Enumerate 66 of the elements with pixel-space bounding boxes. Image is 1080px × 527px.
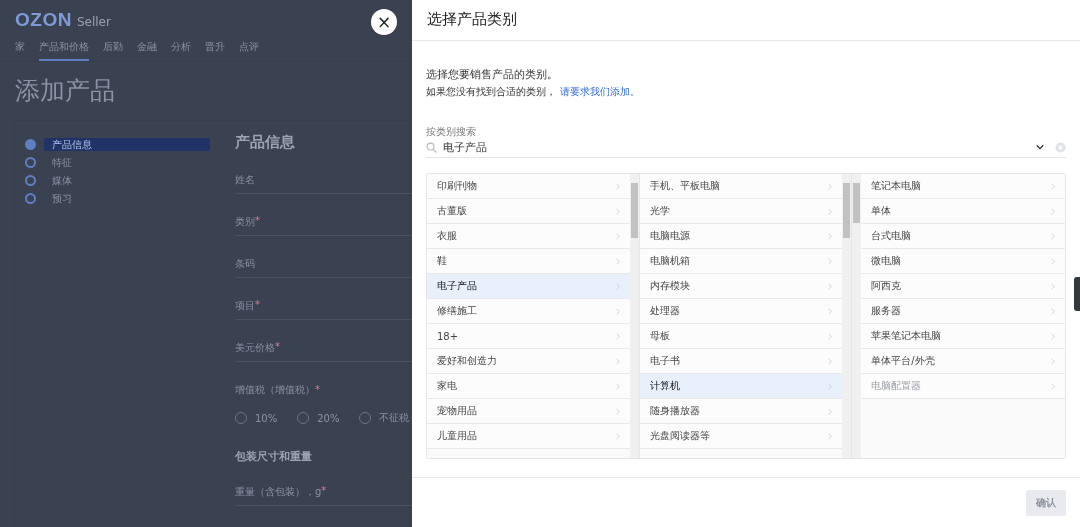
chevron-icon — [615, 182, 620, 190]
chevron-icon — [1051, 232, 1055, 240]
chevron-icon — [828, 207, 833, 215]
chevron-icon — [828, 382, 833, 390]
chevron-icon — [615, 382, 620, 390]
search-value: 电子产品 — [443, 139, 488, 155]
category-item[interactable]: 电子产品 — [427, 274, 630, 299]
required-mark: * — [321, 485, 327, 496]
chevron-icon — [1051, 357, 1055, 365]
logo-subtitle: Seller — [76, 15, 111, 29]
required-mark: * — [255, 215, 260, 226]
field-label: 美元价格 — [235, 341, 275, 355]
chevron-icon — [828, 407, 833, 415]
dialog-title: 选择产品类别 — [412, 0, 1080, 41]
chevron-icon — [1051, 182, 1055, 190]
chevron-icon — [828, 357, 833, 365]
close-button[interactable]: × — [371, 9, 397, 35]
required-mark: * — [255, 299, 260, 310]
chevron-icon — [828, 432, 833, 440]
dropdown-icon[interactable] — [1036, 144, 1044, 150]
hint-text: 如果您没有找到合适的类别， — [426, 85, 556, 99]
required-mark: * — [275, 341, 280, 352]
field-label: 按类别搜索 — [426, 125, 477, 138]
field-label: 条码 — [235, 257, 255, 271]
clear-icon[interactable] — [1055, 141, 1066, 153]
section-title: 产品信息 — [235, 133, 296, 153]
field-label: 重量（含包装），g — [235, 485, 322, 499]
chevron-icon — [828, 307, 833, 315]
chevron-icon — [1051, 332, 1055, 340]
logo: OZON — [15, 9, 72, 31]
category-item[interactable]: 计算机 — [639, 374, 843, 399]
required-mark: * — [315, 384, 320, 395]
search-field[interactable]: 按类别搜索 电子产品 — [426, 125, 1066, 158]
chevron-icon — [615, 282, 620, 290]
chevron-icon — [615, 357, 620, 365]
chevron-icon — [615, 432, 620, 440]
chevron-icon — [1051, 382, 1055, 390]
side-tab[interactable] — [1074, 277, 1080, 311]
chevron-icon — [615, 407, 620, 415]
page-title: 添加产品 — [14, 75, 116, 107]
radio-label: 不征税 — [379, 411, 410, 425]
chevron-icon — [1051, 282, 1055, 290]
field-label: 增值税（增值税） — [235, 384, 315, 395]
chevron-icon — [615, 332, 620, 340]
chevron-icon — [828, 182, 833, 190]
chevron-icon — [615, 307, 620, 315]
intro-text: 选择您要销售产品的类别。 — [426, 67, 559, 83]
chevron-icon — [615, 232, 620, 240]
chevron-icon — [615, 207, 620, 215]
radio-label: 20% — [317, 412, 340, 424]
field-label: 类别 — [235, 215, 255, 229]
chevron-icon — [1051, 307, 1055, 315]
chevron-icon — [615, 257, 620, 265]
field-label: 姓名 — [235, 173, 255, 187]
search-icon — [426, 141, 437, 153]
section-subtitle: 包装尺寸和重量 — [235, 449, 313, 465]
chevron-icon — [1051, 207, 1055, 215]
radio-label: 10% — [255, 412, 278, 424]
chevron-icon — [828, 332, 833, 340]
step-item[interactable]: 产品信息 — [44, 137, 210, 151]
request-link[interactable]: 请要求我们添加。 — [560, 85, 640, 125]
field-label: 项目 — [235, 299, 255, 313]
chevron-icon — [828, 232, 833, 240]
chevron-icon — [828, 257, 833, 265]
chevron-icon — [1051, 257, 1055, 265]
chevron-icon — [828, 282, 833, 290]
